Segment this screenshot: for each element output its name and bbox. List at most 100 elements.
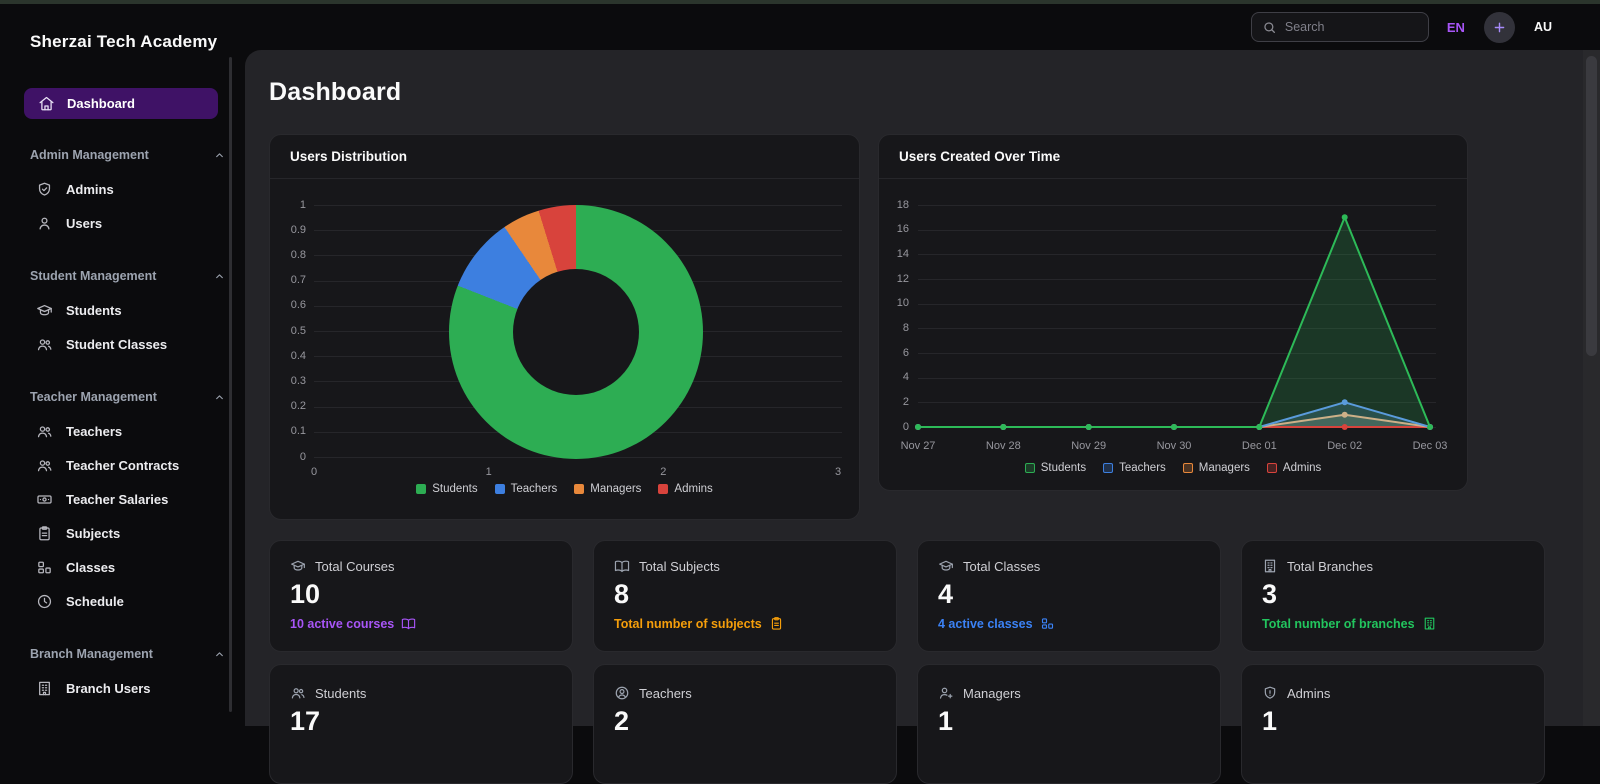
sidebar-item-branch-users[interactable]: Branch Users [24, 671, 245, 705]
data-point-students [1256, 424, 1262, 430]
sidebar-section-teacher-management: Teacher Management Teachers Teacher Contra… [24, 388, 245, 618]
legend-item-admins[interactable]: Admins [1267, 462, 1321, 474]
stat-footer-link[interactable]: Total number of subjects [614, 616, 876, 631]
users-icon [290, 685, 306, 701]
user-card-managers: Managers1 [917, 664, 1221, 784]
y-tick-label: 0.3 [278, 375, 306, 387]
sidebar-item-teachers[interactable]: Teachers [24, 414, 245, 448]
x-tick-label: Dec 03 [1413, 440, 1448, 452]
legend-label: Students [1041, 462, 1086, 474]
legend-swatch [658, 484, 668, 494]
legend-item-managers[interactable]: Managers [574, 483, 641, 495]
user-card-value: 17 [290, 706, 552, 736]
y-tick-label: 0.4 [278, 350, 306, 362]
sidebar-item-subjects[interactable]: Subjects [24, 516, 245, 550]
avatar[interactable]: AU [1534, 20, 1552, 34]
data-point-managers [1342, 412, 1348, 418]
search-box[interactable] [1251, 12, 1429, 42]
stat-card-header: Total Subjects [614, 558, 876, 574]
sidebar-item-admins[interactable]: Admins [24, 172, 245, 206]
legend-item-managers[interactable]: Managers [1183, 462, 1250, 474]
sidebar-item-schedule[interactable]: Schedule [24, 584, 245, 618]
user-card-students: Students 17 [269, 664, 573, 784]
stat-footer-text: Total number of branches [1262, 617, 1415, 631]
stat-footer-link[interactable]: 10 active courses [290, 616, 552, 631]
sidebar-item-label: Teacher Contracts [66, 458, 179, 473]
topbar: EN AU [245, 4, 1600, 50]
sidebar-item-student-classes[interactable]: Student Classes [24, 327, 245, 361]
data-point-students [1427, 424, 1433, 430]
stat-value: 3 [1262, 579, 1524, 609]
sidebar-section-student-management: Student Management Students Student Classe… [24, 267, 245, 361]
sidebar-item-label: Students [66, 303, 122, 318]
scrollbar-thumb[interactable] [1586, 56, 1597, 356]
user-card-admins: Admins1 [1241, 664, 1545, 784]
section-header-admin-management[interactable]: Admin Management [30, 146, 239, 164]
search-input[interactable] [1285, 20, 1418, 34]
legend-item-students[interactable]: Students [1025, 462, 1086, 474]
legend-item-admins[interactable]: Admins [658, 483, 712, 495]
users-created-card: Users Created Over Time 181614121086420N… [878, 134, 1468, 491]
sidebar: Sherzai Tech Academy DashboardAdmin Mana… [0, 4, 245, 726]
y-tick-label: 18 [883, 199, 909, 211]
doughnut-chart [449, 205, 703, 459]
legend-item-students[interactable]: Students [416, 483, 477, 495]
stat-label: Total Courses [315, 559, 394, 574]
doughnut-hole [513, 269, 639, 395]
x-tick-label: Dec 01 [1242, 440, 1277, 452]
y-tick-label: 0.1 [278, 425, 306, 437]
chevron-up-icon [212, 647, 227, 662]
sidebar-item-dashboard[interactable]: Dashboard [24, 88, 218, 119]
x-tick-label: 1 [486, 466, 492, 478]
legend-label: Admins [1283, 462, 1321, 474]
sidebar-item-teacher-salaries[interactable]: Teacher Salaries [24, 482, 245, 516]
graduation-cap-icon [36, 302, 53, 319]
chart-legend: Students Teachers Managers Admins [879, 462, 1467, 474]
stat-footer-link[interactable]: Total number of branches [1262, 616, 1524, 631]
home-icon [38, 95, 55, 112]
x-tick-label: Nov 27 [901, 440, 936, 452]
page-scrollbar[interactable] [1583, 50, 1600, 726]
sidebar-item-students[interactable]: Students [24, 293, 245, 327]
y-tick-label: 2 [883, 396, 909, 408]
sidebar-item-classes[interactable]: Classes [24, 550, 245, 584]
y-tick-label: 14 [883, 248, 909, 260]
stat-footer-link[interactable]: 4 active classes [938, 616, 1200, 631]
legend-item-teachers[interactable]: Teachers [495, 483, 558, 495]
legend-swatch [1183, 463, 1193, 473]
y-tick-label: 0.5 [278, 325, 306, 337]
chart-card-header: Users Distribution [270, 135, 859, 179]
sidebar-item-teacher-contracts[interactable]: Teacher Contracts [24, 448, 245, 482]
chart-title: Users Distribution [290, 149, 407, 164]
chevron-up-icon [212, 148, 227, 163]
sidebar-item-users[interactable]: Users [24, 206, 245, 240]
add-button[interactable] [1484, 12, 1515, 43]
y-tick-label: 8 [883, 322, 909, 334]
legend-label: Admins [674, 483, 712, 495]
sidebar-item-label: Dashboard [67, 96, 135, 111]
main-content: Dashboard Users Distribution 10.90.80.70… [245, 50, 1583, 726]
legend-label: Teachers [1119, 462, 1166, 474]
legend-item-teachers[interactable]: Teachers [1103, 462, 1166, 474]
x-tick-label: Nov 30 [1157, 440, 1192, 452]
user-card-value: 1 [1262, 706, 1524, 736]
stat-label: Total Classes [963, 559, 1040, 574]
user-plus-icon [938, 685, 954, 701]
stat-card-header: Total Classes [938, 558, 1200, 574]
sidebar-scrollbar[interactable] [229, 57, 232, 712]
book-open-icon [614, 558, 630, 574]
sidebar-item-label: Student Classes [66, 337, 167, 352]
language-toggle[interactable]: EN [1447, 20, 1465, 35]
y-tick-label: 0.7 [278, 274, 306, 286]
section-header-student-management[interactable]: Student Management [30, 267, 239, 285]
user-card-label: Managers [963, 686, 1021, 701]
section-header-branch-management[interactable]: Branch Management [30, 645, 239, 663]
sidebar-section-admin-management: Admin Management AdminsUsers [24, 146, 245, 240]
legend-swatch [1025, 463, 1035, 473]
y-tick-label: 0 [278, 451, 306, 463]
user-card-header: Students [290, 685, 552, 701]
data-point-students [1171, 424, 1177, 430]
y-tick-label: 0.9 [278, 224, 306, 236]
section-header-teacher-management[interactable]: Teacher Management [30, 388, 239, 406]
y-tick-label: 12 [883, 273, 909, 285]
